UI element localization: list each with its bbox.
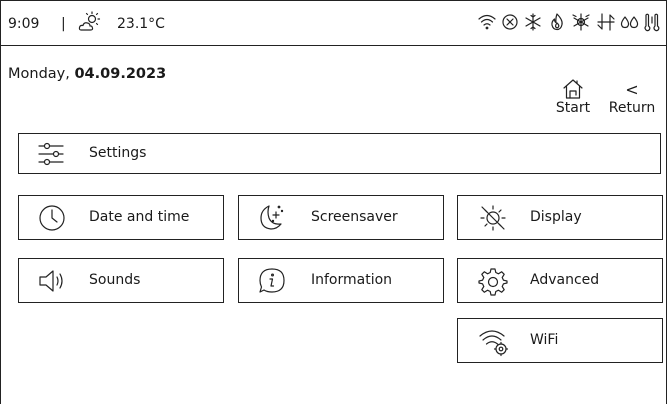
sounds-button[interactable]: Sounds	[18, 258, 224, 303]
date-time-button[interactable]: Date and time	[18, 195, 224, 240]
home-icon	[562, 78, 584, 100]
thermometer-pair-icon	[643, 13, 661, 33]
settings-button[interactable]: Settings	[18, 133, 661, 174]
screensaver-button[interactable]: Screensaver	[238, 195, 444, 240]
snowflake-icon	[524, 13, 542, 31]
moon-stars-icon	[257, 203, 287, 233]
date-value: 04.09.2023	[74, 66, 167, 82]
clock: 9:09	[8, 16, 40, 32]
wifi-settings-icon	[478, 327, 510, 357]
back-chevron-icon: <	[625, 80, 639, 99]
error-circle-icon	[501, 13, 519, 31]
wifi-label: WiFi	[530, 332, 559, 348]
current-date: Monday, 04.09.2023	[8, 66, 166, 82]
information-button[interactable]: Information	[238, 258, 444, 303]
temperature-readout: 23.1°C	[117, 16, 165, 32]
advanced-label: Advanced	[530, 272, 600, 288]
sliders-icon	[36, 140, 66, 168]
date-weekday: Monday,	[8, 66, 75, 82]
speaker-icon	[37, 267, 71, 295]
clock-icon	[37, 203, 67, 233]
return-button[interactable]: < Return	[608, 78, 656, 122]
start-label: Start	[555, 100, 591, 116]
advanced-button[interactable]: Advanced	[457, 258, 663, 303]
information-label: Information	[311, 272, 393, 288]
heating-flame-icon	[548, 13, 566, 31]
display-button[interactable]: Display	[457, 195, 663, 240]
defrost-icon	[571, 13, 591, 31]
screensaver-label: Screensaver	[311, 209, 398, 225]
display-label: Display	[530, 209, 582, 225]
status-bar: 9:09 | 23.1°C	[0, 0, 667, 46]
wifi-button[interactable]: WiFi	[457, 318, 663, 363]
brightness-off-icon	[478, 203, 508, 233]
info-bubble-icon	[257, 266, 287, 296]
start-button[interactable]: Start	[549, 78, 597, 122]
wifi-icon	[478, 13, 496, 31]
settings-label: Settings	[89, 145, 147, 161]
airflow-icon	[596, 13, 616, 31]
humidity-icon	[620, 13, 640, 31]
date-time-label: Date and time	[89, 209, 190, 225]
partly-sunny-icon	[78, 11, 102, 33]
sounds-label: Sounds	[89, 272, 141, 288]
return-label: Return	[608, 100, 656, 116]
status-separator: |	[61, 16, 66, 32]
gear-icon	[478, 266, 508, 296]
